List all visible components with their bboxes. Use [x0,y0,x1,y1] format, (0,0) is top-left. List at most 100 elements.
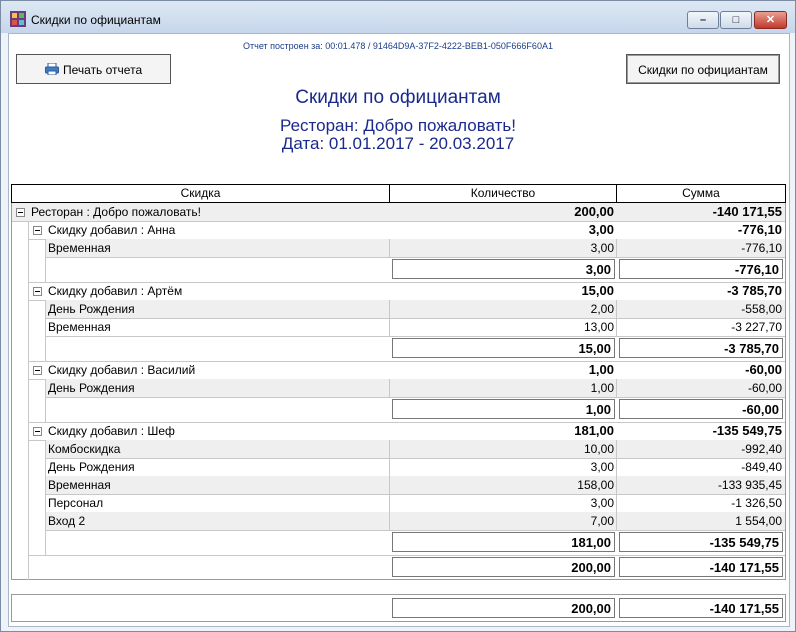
group-quantity: 3,00 [588,222,614,237]
column-header-discount[interactable]: Скидка [11,184,390,203]
close-icon: ✕ [765,14,776,26]
group-total-sum: -3 785,70 [724,341,779,356]
collapse-icon[interactable] [16,208,25,217]
collapse-icon[interactable] [33,226,42,235]
group-total-sum: -135 549,75 [709,535,779,550]
group-total-quantity-box: 181,00 [392,532,615,552]
column-divider [389,494,390,512]
column-divider [389,512,390,530]
group-label: Скидку добавил : Василий [48,363,196,377]
group-total-quantity: 181,00 [571,535,611,550]
group-total-quantity-box: 3,00 [392,259,615,279]
detail-name: Временная [48,241,111,255]
detail-sum: -1 326,50 [731,496,782,510]
group-total-quantity: 3,00 [585,262,611,277]
group-total-quantity-box: 15,00 [392,338,615,358]
detail-sum: -60,00 [747,381,782,395]
column-divider [616,300,617,318]
column-divider [616,318,617,336]
print-report-button[interactable]: Печать отчета [16,54,171,84]
detail-name: День Рождения [48,460,135,474]
detail-quantity: 3,00 [590,496,614,510]
column-divider [389,300,390,318]
group-sum: -3 785,70 [727,283,782,298]
collapse-icon[interactable] [33,366,42,375]
collapse-icon[interactable] [33,427,42,436]
minimize-icon: – [699,14,707,26]
row-divider [46,530,785,531]
grand-total-quantity: 200,00 [571,601,611,616]
group-total-sum-box: -60,00 [619,399,783,419]
restaurant-total-sum-box: -140 171,55 [619,557,783,577]
column-divider [616,476,617,494]
detail-sum: -558,00 [741,302,782,316]
detail-sum: -3 227,70 [731,320,782,334]
title-bar[interactable]: Скидки по официантам – □ ✕ [1,1,795,33]
row-divider [46,257,785,258]
waiter-discounts-button[interactable]: Скидки по официантам [626,54,780,84]
detail-quantity: 158,00 [577,478,614,492]
column-divider [389,458,390,476]
detail-quantity: 3,00 [590,241,614,255]
restaurant-total-quantity: 200,00 [571,560,611,575]
report-title: Скидки по официантам [295,87,501,108]
detail-sum: -133 935,45 [717,478,782,492]
restaurant-indent-line [28,221,29,580]
detail-indent-line [45,300,46,361]
group-label: Скидку добавил : Шеф [48,424,175,438]
maximize-icon: □ [732,14,740,26]
column-divider [616,379,617,397]
detail-name: Комбоскидка [48,442,121,456]
restaurant-total-sum: -140 171,55 [709,560,779,575]
group-total-quantity-box: 1,00 [392,399,615,419]
group-total-sum: -776,10 [734,262,779,277]
app-grid-icon [10,11,26,27]
collapse-icon[interactable] [33,287,42,296]
detail-name: Временная [48,478,111,492]
row-divider [29,555,785,556]
detail-quantity: 3,00 [590,460,614,474]
column-divider [389,318,390,336]
restaurant-quantity: 200,00 [574,204,614,219]
detail-sum: 1 554,00 [735,514,782,528]
detail-name: Временная [48,320,111,334]
row-divider [46,336,785,337]
report-meta: Отчет построен за: 00:01.478 / 91464D9A-… [243,41,553,51]
waiter-discounts-label: Скидки по официантам [638,63,768,77]
detail-sum: -776,10 [741,241,782,255]
print-report-label: Печать отчета [63,63,143,77]
column-header-sum[interactable]: Сумма [616,184,786,203]
group-total-sum: -60,00 [742,402,779,417]
detail-name: Персонал [48,496,104,510]
grand-total-sum-box: -140 171,55 [619,598,783,618]
group-quantity: 1,00 [588,362,614,377]
restaurant-sum: -140 171,55 [712,204,782,219]
group-total-quantity: 1,00 [585,402,611,417]
column-divider [616,440,617,458]
close-button[interactable]: ✕ [754,11,787,29]
group-sum: -776,10 [737,222,782,237]
group-total-sum-box: -135 549,75 [619,532,783,552]
group-label: Скидку добавил : Анна [48,223,176,237]
column-divider [389,476,390,494]
row-divider [46,397,785,398]
restaurant-total-quantity-box: 200,00 [392,557,615,577]
window-title: Скидки по официантам [31,13,161,27]
group-quantity: 15,00 [581,283,614,298]
detail-indent-line [45,239,46,282]
column-divider [616,239,617,257]
column-divider [616,494,617,512]
detail-indent-line [45,379,46,422]
minimize-button[interactable]: – [687,11,719,29]
column-header-quantity[interactable]: Количество [389,184,617,203]
detail-name: День Рождения [48,381,135,395]
grand-total-quantity-box: 200,00 [392,598,615,618]
group-label: Скидку добавил : Артём [48,284,183,298]
maximize-button[interactable]: □ [720,11,752,29]
detail-quantity: 13,00 [583,320,614,334]
column-divider [389,440,390,458]
detail-quantity: 1,00 [590,381,614,395]
detail-quantity: 2,00 [590,302,614,316]
detail-sum: -849,40 [741,460,782,474]
group-total-sum-box: -776,10 [619,259,783,279]
